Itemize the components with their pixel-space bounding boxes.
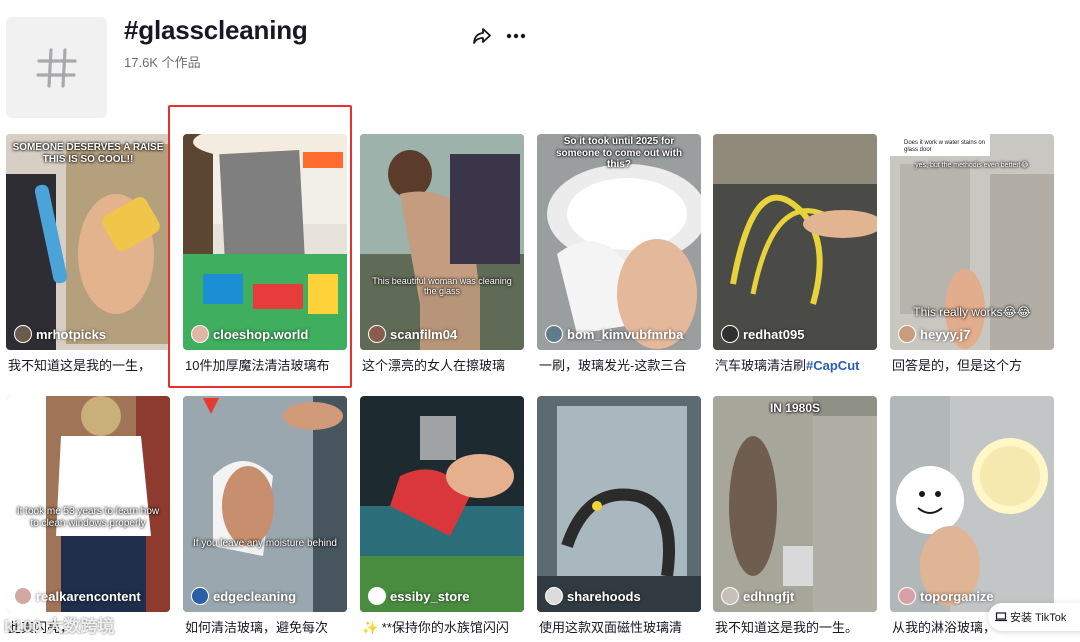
- share-icon: [473, 28, 491, 44]
- hashtag-icon: [35, 47, 77, 88]
- author[interactable]: heyyy.j7: [898, 325, 1050, 343]
- overlay-text: If you leave any moisture behind: [193, 538, 337, 549]
- author-name: cloeshop.world: [213, 326, 309, 342]
- avatar: [721, 325, 739, 343]
- comment-question: Does it work w water stains on glass doo…: [904, 140, 986, 153]
- video-thumbnail[interactable]: IN 1980S edhngfjt: [713, 396, 877, 612]
- author-name: sharehoods: [567, 588, 641, 604]
- video-caption[interactable]: 10件加厚魔法清洁玻璃布: [185, 355, 347, 374]
- video-thumbnail[interactable]: cloeshop.world: [183, 134, 347, 350]
- video-caption[interactable]: 使用这款双面磁性玻璃清: [539, 617, 701, 636]
- author[interactable]: bom_kimvubfmrba: [545, 325, 697, 343]
- get-app-button[interactable]: 安装 TikTok: [988, 603, 1080, 631]
- video-thumbnail[interactable]: redhat095: [713, 134, 877, 350]
- author[interactable]: mrhotpicks: [14, 325, 166, 343]
- avatar: [898, 587, 916, 605]
- overlay-text: So it took until 2025 for someone to com…: [555, 136, 683, 170]
- video-thumbnail[interactable]: sharehoods: [537, 396, 701, 612]
- author-name: scanfilm04: [390, 326, 458, 342]
- author-name: essiby_store: [390, 588, 470, 604]
- more-button[interactable]: [504, 24, 528, 48]
- avatar: [191, 587, 209, 605]
- caption-text: 汽车玻璃清洁刷: [715, 358, 807, 373]
- avatar: [898, 325, 916, 343]
- more-icon: [506, 33, 526, 39]
- overlay-text: This really works😂😂: [913, 305, 1031, 319]
- author[interactable]: realkarencontent: [14, 587, 166, 605]
- thumbnail-image: [537, 396, 701, 612]
- avatar: [14, 325, 32, 343]
- avatar: [368, 325, 386, 343]
- video-thumbnail[interactable]: Does it work w water stains on glass doo…: [890, 134, 1054, 350]
- video-caption[interactable]: 我不知道这是我的一生。: [715, 617, 877, 636]
- video-caption[interactable]: 如何清洁玻璃，避免每次: [185, 617, 347, 636]
- video-thumbnail[interactable]: This beautiful woman was cleaning the gl…: [360, 134, 524, 350]
- author-name: redhat095: [743, 326, 805, 342]
- video-thumbnail[interactable]: toporganize: [890, 396, 1054, 612]
- share-button[interactable]: [470, 24, 494, 48]
- author[interactable]: scanfilm04: [368, 325, 520, 343]
- author-name: realkarencontent: [36, 588, 141, 604]
- video-thumbnail[interactable]: So it took until 2025 for someone to com…: [537, 134, 701, 350]
- page-title: #glasscleaning: [124, 15, 308, 45]
- author[interactable]: edgecleaning: [191, 587, 343, 605]
- author-name: heyyy.j7: [920, 326, 971, 342]
- comment-answer: yes, but the methodis even better!😂: [915, 162, 1029, 169]
- author-name: toporganize: [920, 588, 994, 604]
- thumbnail-image: [713, 134, 877, 350]
- overlay-text: SOMEONE DESERVES A RAISE THIS IS SO COOL…: [12, 142, 164, 165]
- author-name: edhngfjt: [743, 588, 795, 604]
- video-caption[interactable]: 我不知道这是我的一生，: [8, 355, 170, 374]
- video-caption[interactable]: 一刷，玻璃发光-这款三合: [539, 355, 701, 374]
- author-name: bom_kimvubfmrba: [567, 326, 684, 342]
- overlay-text: This beautiful woman was cleaning the gl…: [372, 276, 512, 297]
- video-thumbnail[interactable]: SOMEONE DESERVES A RAISE THIS IS SO COOL…: [6, 134, 170, 350]
- avatar: [14, 587, 32, 605]
- author[interactable]: essiby_store: [368, 587, 520, 605]
- thumbnail-image: [713, 396, 877, 612]
- author[interactable]: redhat095: [721, 325, 873, 343]
- video-thumbnail[interactable]: essiby_store: [360, 396, 524, 612]
- avatar: [368, 587, 386, 605]
- video-count: 17.6K 个作品: [124, 55, 201, 70]
- laptop-icon: [995, 612, 1007, 622]
- watermark: k100 大数跨境: [4, 617, 115, 636]
- author-name: edgecleaning: [213, 588, 297, 604]
- video-thumbnail[interactable]: If you leave any moisture behind edgecle…: [183, 396, 347, 612]
- thumbnail-image: [360, 134, 524, 350]
- video-caption[interactable]: ✨ **保持你的水族馆闪闪: [362, 617, 524, 636]
- thumbnail-image: [360, 396, 524, 612]
- thumbnail-image: [6, 134, 170, 350]
- overlay-text: It took me 53 years to learn how to clea…: [16, 506, 160, 529]
- get-app-label: 安装 TikTok: [1010, 612, 1067, 624]
- author[interactable]: edhngfjt: [721, 587, 873, 605]
- author[interactable]: sharehoods: [545, 587, 697, 605]
- video-caption[interactable]: 回答是的，但是这个方: [892, 355, 1054, 374]
- video-thumbnail[interactable]: It took me 53 years to learn how to clea…: [6, 396, 170, 612]
- avatar: [545, 587, 563, 605]
- thumbnail-image: [890, 396, 1054, 612]
- hashtag-avatar: [6, 17, 107, 118]
- thumbnail-image: [183, 134, 347, 350]
- video-caption[interactable]: 这个漂亮的女人在擦玻璃: [362, 355, 524, 374]
- caption-hashtag[interactable]: #CapCut: [806, 358, 859, 373]
- thumbnail-image: [183, 396, 347, 612]
- thumbnail-image: [6, 396, 170, 612]
- avatar: [721, 587, 739, 605]
- author-name: mrhotpicks: [36, 326, 107, 342]
- avatar: [545, 325, 563, 343]
- avatar: [191, 325, 209, 343]
- video-caption[interactable]: 汽车玻璃清洁刷#CapCut: [715, 355, 877, 374]
- author[interactable]: cloeshop.world: [191, 325, 343, 343]
- overlay-text: IN 1980S: [769, 401, 821, 415]
